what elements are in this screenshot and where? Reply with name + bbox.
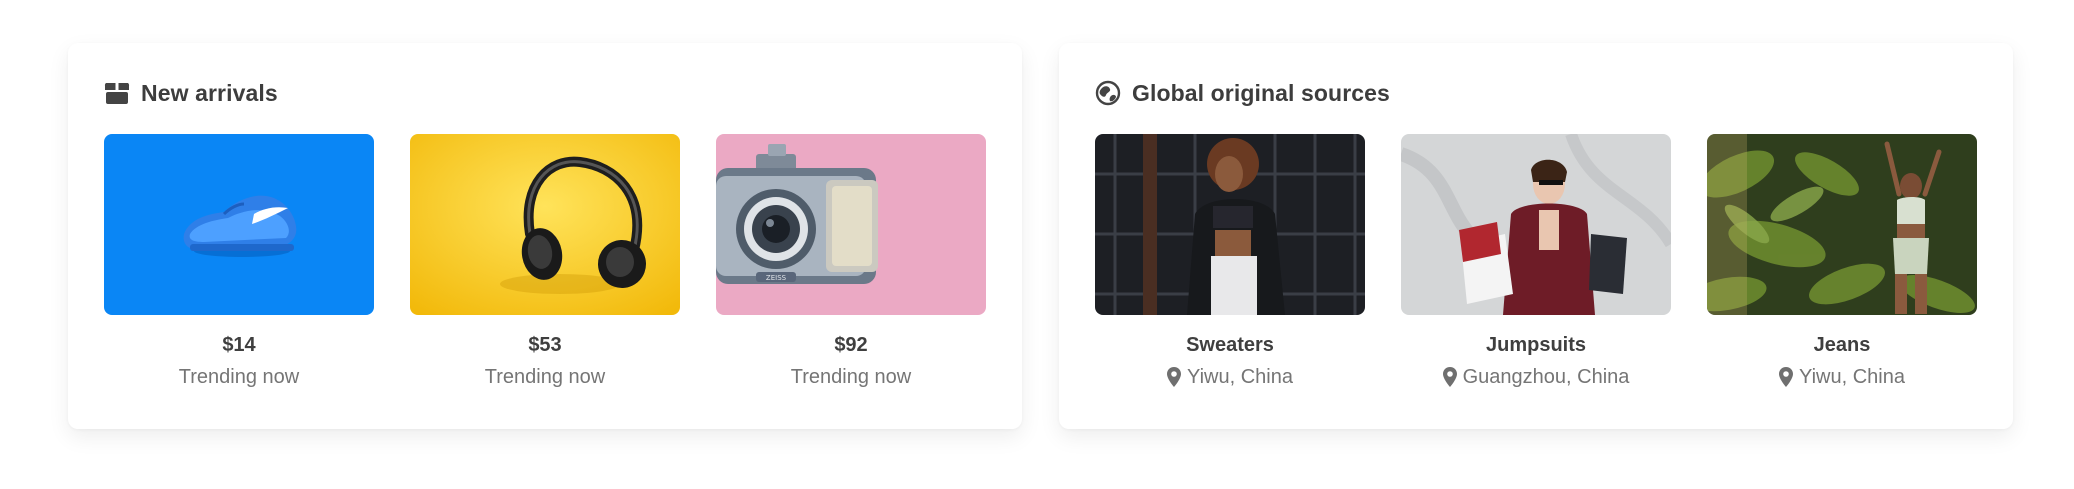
source-location: Guangzhou, China [1442, 364, 1630, 390]
global-sources-header: Global original sources [1095, 76, 1390, 110]
source-category: Jeans [1813, 334, 1871, 356]
product-image-headphones[interactable] [410, 134, 680, 315]
source-location: Yiwu, China [1167, 364, 1293, 390]
product-card-camera[interactable]: ZEISS $92 Trending now [716, 134, 986, 390]
source-location-text: Yiwu, China [1799, 366, 1905, 388]
global-sources-list: Sweaters Yiwu, China Jumpsuits Guangzhou… [1095, 134, 1977, 390]
svg-text:ZEISS: ZEISS [766, 274, 787, 282]
product-caption: Trending now [178, 366, 300, 388]
new-arrivals-title: New arrivals [141, 79, 278, 106]
new-arrivals-header: New arrivals [104, 76, 278, 110]
source-image-jeans[interactable] [1707, 134, 1977, 315]
source-location: Yiwu, China [1779, 364, 1905, 390]
new-arrivals-card: New arrivals $14 Trending now $53 Trendi… [68, 43, 1022, 429]
product-card-sneaker[interactable]: $14 Trending now [104, 134, 374, 390]
source-category: Sweaters [1186, 334, 1274, 356]
source-image-jumpsuits[interactable] [1401, 134, 1671, 315]
product-price: $92 [834, 334, 868, 356]
product-image-sneaker[interactable] [104, 134, 374, 315]
new-arrivals-list: $14 Trending now $53 Trending now ZEISS … [104, 134, 986, 390]
source-card-sweaters[interactable]: Sweaters Yiwu, China [1095, 134, 1365, 390]
product-card-headphones[interactable]: $53 Trending now [410, 134, 680, 390]
source-card-jumpsuits[interactable]: Jumpsuits Guangzhou, China [1401, 134, 1671, 390]
globe-icon [1095, 80, 1121, 106]
product-caption: Trending now [484, 366, 606, 388]
map-pin-icon [1779, 367, 1793, 387]
source-image-sweaters[interactable] [1095, 134, 1365, 315]
source-category: Jumpsuits [1485, 334, 1587, 356]
map-pin-icon [1167, 367, 1181, 387]
global-sources-title: Global original sources [1132, 79, 1390, 106]
product-caption: Trending now [790, 366, 912, 388]
map-pin-icon [1442, 367, 1457, 387]
source-location-text: Yiwu, China [1187, 366, 1293, 388]
product-price: $53 [528, 334, 562, 356]
product-image-camera[interactable]: ZEISS [716, 134, 986, 315]
source-location-text: Guangzhou, China [1462, 366, 1630, 388]
global-sources-card: Global original sources Sweaters Yiwu, C… [1059, 43, 2013, 429]
source-card-jeans[interactable]: Jeans Yiwu, China [1707, 134, 1977, 390]
box-icon [104, 80, 130, 106]
product-price: $14 [222, 334, 256, 356]
